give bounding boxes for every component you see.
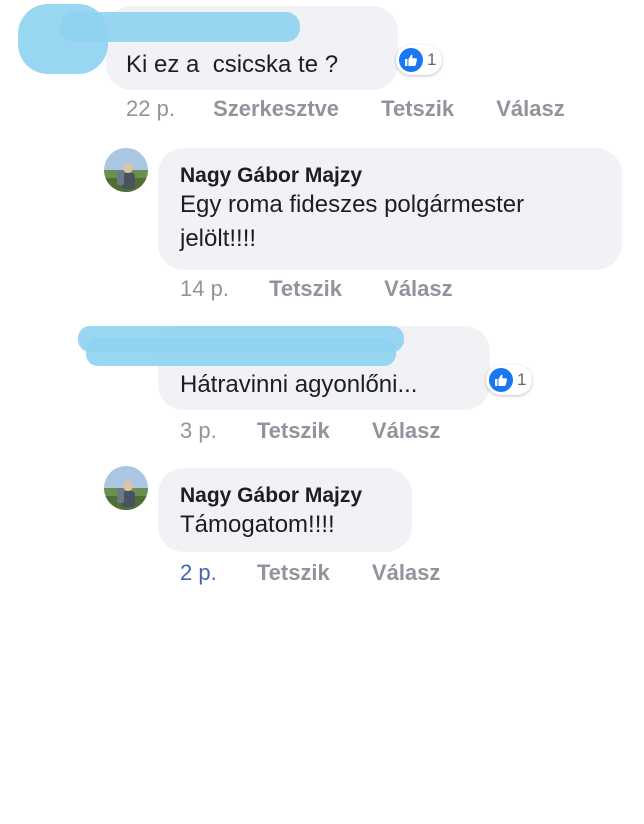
reply-button[interactable]: Válasz — [384, 276, 453, 301]
comment-meta: 2 p. Tetszik Válasz — [180, 560, 440, 586]
comment-thread: Ki ez a csicska te ? 1 22 p. Szerkesztve… — [0, 0, 644, 824]
comment-meta: 22 p. Szerkesztve Tetszik Válasz — [126, 96, 565, 122]
redacted-author-name — [86, 338, 396, 366]
thumbs-up-icon — [399, 48, 423, 72]
redacted-author-name — [60, 12, 300, 42]
comment-author[interactable]: Nagy Gábor Majzy — [180, 164, 362, 188]
user-avatar-photo — [104, 148, 148, 192]
like-button[interactable]: Tetszik — [269, 276, 342, 301]
avatar[interactable] — [104, 148, 148, 192]
like-button[interactable]: Tetszik — [381, 96, 454, 121]
comment-time[interactable]: 3 p. — [180, 418, 217, 443]
edited-label: Szerkesztve — [213, 96, 340, 121]
reaction-badge[interactable]: 1 — [396, 45, 443, 75]
like-button[interactable]: Tetszik — [257, 418, 330, 443]
comment-text: Egy roma fideszes polgármester jelölt!!!… — [180, 191, 525, 252]
comment-author[interactable]: Nagy Gábor Majzy — [180, 484, 362, 508]
reply-button[interactable]: Válasz — [496, 96, 565, 121]
reaction-count: 1 — [517, 370, 527, 389]
avatar[interactable] — [104, 466, 148, 510]
thumbs-up-icon — [489, 368, 513, 392]
comment-meta: 14 p. Tetszik Válasz — [180, 276, 453, 302]
comment-bubble: Nagy Gábor Majzy Egy roma fideszes polgá… — [158, 148, 622, 270]
reply-button[interactable]: Válasz — [372, 560, 441, 585]
comment-text: Ki ez a csicska te ? — [126, 51, 339, 78]
comment-time[interactable]: 2 p. — [180, 560, 217, 585]
comment-text: Hátravinni agyonlőni... — [180, 371, 418, 398]
reaction-badge[interactable]: 1 — [486, 365, 533, 395]
user-avatar-photo — [104, 466, 148, 510]
comment-bubble: Nagy Gábor Majzy Támogatom!!!! — [158, 468, 412, 552]
comment-text: Támogatom!!!! — [180, 511, 335, 538]
comment-time[interactable]: 14 p. — [180, 276, 229, 301]
comment-time[interactable]: 22 p. — [126, 96, 175, 121]
comment-meta: 3 p. Tetszik Válasz — [180, 418, 440, 444]
reply-button[interactable]: Válasz — [372, 418, 441, 443]
like-button[interactable]: Tetszik — [257, 560, 330, 585]
reaction-count: 1 — [427, 50, 437, 69]
